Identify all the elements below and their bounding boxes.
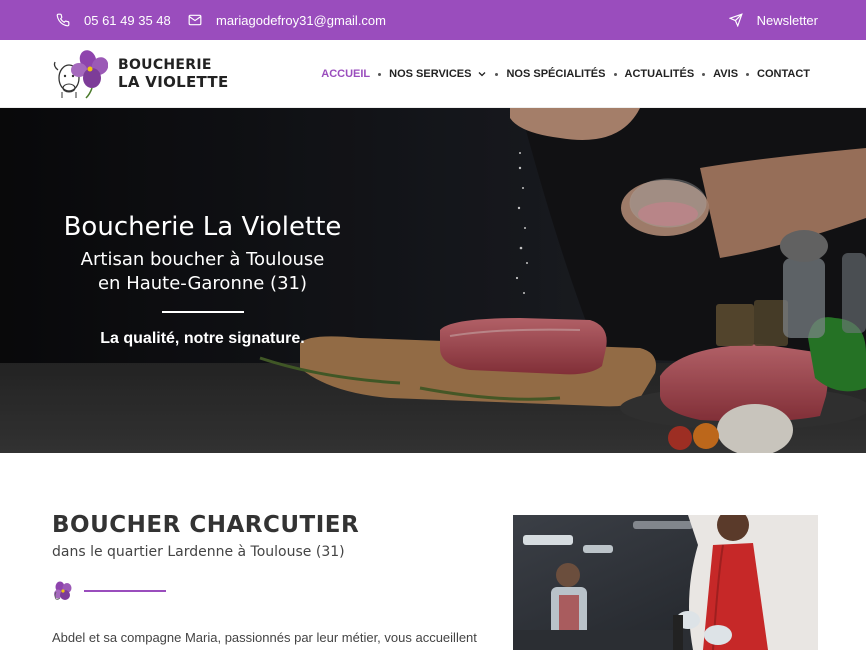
- phone-number: 05 61 49 35 48: [84, 12, 171, 28]
- envelope-icon: [188, 13, 202, 27]
- hero-text-block: Boucherie La Violette Artisan boucher à …: [40, 206, 365, 348]
- site-logo[interactable]: BOUCHERIE LA VIOLETTE: [52, 48, 229, 100]
- butcher-photo-image: [513, 515, 818, 650]
- main-navigation: ACCUEIL NOS SERVICES NOS SPÉCIALITÉS ACT…: [321, 40, 810, 108]
- email-link[interactable]: mariagodefroy31@gmail.com: [188, 0, 386, 40]
- nav-separator: [702, 72, 706, 76]
- newsletter-label: Newsletter: [756, 12, 818, 28]
- hero-subtitle-line-1: Artisan boucher à Toulouse: [80, 249, 325, 270]
- hero-subtitle-line-2: en Haute-Garonne (31): [97, 273, 308, 294]
- phone-link[interactable]: 05 61 49 35 48: [56, 0, 171, 40]
- email-address: mariagodefroy31@gmail.com: [216, 12, 386, 28]
- hero-banner: Boucherie La Violette Artisan boucher à …: [0, 108, 866, 453]
- chevron-down-icon: [477, 69, 487, 79]
- nav-item-accueil[interactable]: ACCUEIL: [321, 68, 370, 80]
- nav-item-contact[interactable]: CONTACT: [757, 68, 810, 80]
- nav-separator: [378, 72, 382, 76]
- logo-line-1: BOUCHERIE: [118, 57, 212, 73]
- nav-item-avis[interactable]: AVIS: [713, 68, 738, 80]
- divider-line: [84, 590, 166, 592]
- logo-line-2: LA VIOLETTE: [118, 73, 229, 91]
- phone-icon: [56, 13, 70, 27]
- hero-divider: [161, 311, 244, 313]
- nav-item-label: NOS SERVICES: [389, 68, 472, 80]
- top-contact-bar: 05 61 49 35 48 mariagodefroy31@gmail.com…: [0, 0, 866, 40]
- section-title: BOUCHER CHARCUTIER: [52, 512, 360, 538]
- violet-flower-icon: [54, 581, 72, 600]
- hero-tagline: La qualité, notre signature.: [100, 330, 305, 347]
- nav-item-actualites[interactable]: ACTUALITÉS: [625, 68, 695, 80]
- nav-separator: [746, 72, 750, 76]
- paper-plane-icon: [728, 13, 743, 27]
- section-divider: [52, 580, 166, 602]
- nav-separator: [613, 72, 617, 76]
- nav-separator: [495, 72, 499, 76]
- newsletter-link[interactable]: Newsletter: [728, 0, 818, 40]
- intro-paragraph: Abdel et sa compagne Maria, passionnés p…: [52, 630, 477, 645]
- site-header: BOUCHERIE LA VIOLETTE ACCUEIL NOS SERVIC…: [0, 40, 866, 108]
- butcher-photo: [513, 515, 818, 650]
- hero-title: Boucherie La Violette: [63, 212, 342, 242]
- logo-violet-cow-icon: [53, 50, 108, 99]
- nav-item-nos-services[interactable]: NOS SERVICES: [389, 68, 487, 80]
- intro-section: BOUCHER CHARCUTIER dans le quartier Lard…: [52, 512, 482, 645]
- nav-item-nos-specialites[interactable]: NOS SPÉCIALITÉS: [506, 68, 605, 80]
- section-subtitle: dans le quartier Lardenne à Toulouse (31…: [52, 544, 345, 560]
- logo-text: BOUCHERIE LA VIOLETTE: [118, 57, 229, 91]
